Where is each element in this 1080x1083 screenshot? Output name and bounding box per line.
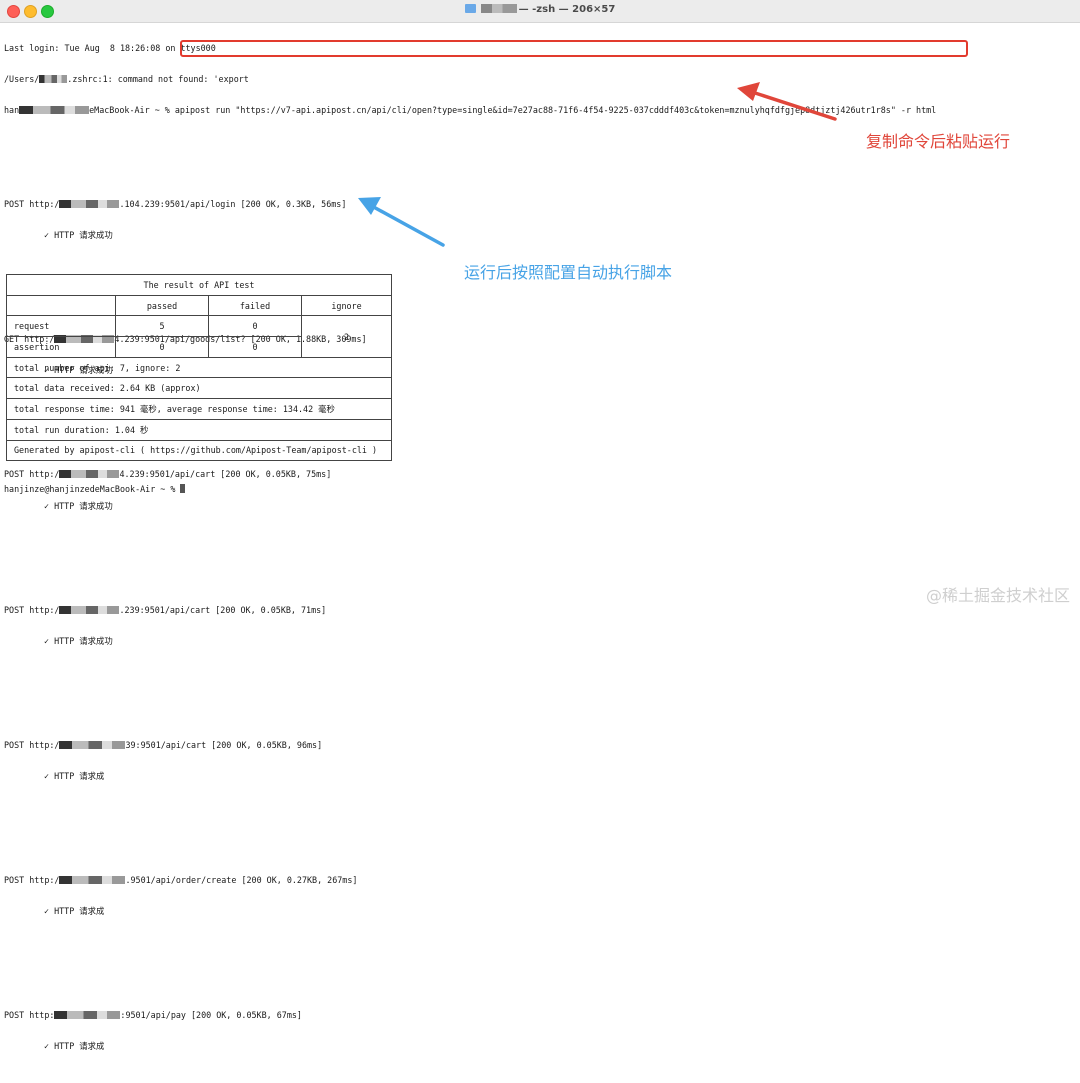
annotation-copy-paste: 复制命令后粘贴运行	[866, 132, 1011, 151]
request-url: 39:9501/api/cart [200 OK, 0.05KB, 96ms]	[125, 739, 323, 750]
request-status: ✓ HTTP 请求成	[44, 906, 105, 917]
red-arrow	[737, 82, 837, 121]
redacted-host	[59, 876, 126, 885]
request-method: POST http:	[4, 1010, 55, 1021]
request-method: POST http:/	[4, 739, 60, 750]
redacted-host	[59, 740, 126, 749]
request-status: ✓ HTTP 请求成功	[44, 635, 113, 646]
request-entry: POST http:/ 39:9501/api/cart [200 OK, 0.0…	[4, 719, 1076, 802]
annotation-auto-run: 运行后按照配置自动执行脚本	[464, 263, 673, 282]
blue-arrow	[358, 197, 445, 247]
request-status: ✓ HTTP 请求成	[44, 1041, 105, 1052]
request-entry: POST http:/ .9501/api/order/create [200 O…	[4, 854, 1076, 937]
request-url: .9501/api/order/create [200 OK, 0.27KB, …	[125, 875, 358, 886]
annotation-arrows	[358, 82, 837, 247]
request-url: :9501/api/pay [200 OK, 0.05KB, 67ms]	[120, 1010, 302, 1021]
request-method: POST http:/	[4, 875, 60, 886]
request-status: ✓ HTTP 请求成	[44, 770, 105, 781]
request-entry: POST http: :9501/api/pay [200 OK, 0.05KB,…	[4, 989, 1076, 1072]
redacted-host	[54, 1011, 121, 1020]
watermark: @稀土掘金技术社区	[925, 586, 1070, 605]
